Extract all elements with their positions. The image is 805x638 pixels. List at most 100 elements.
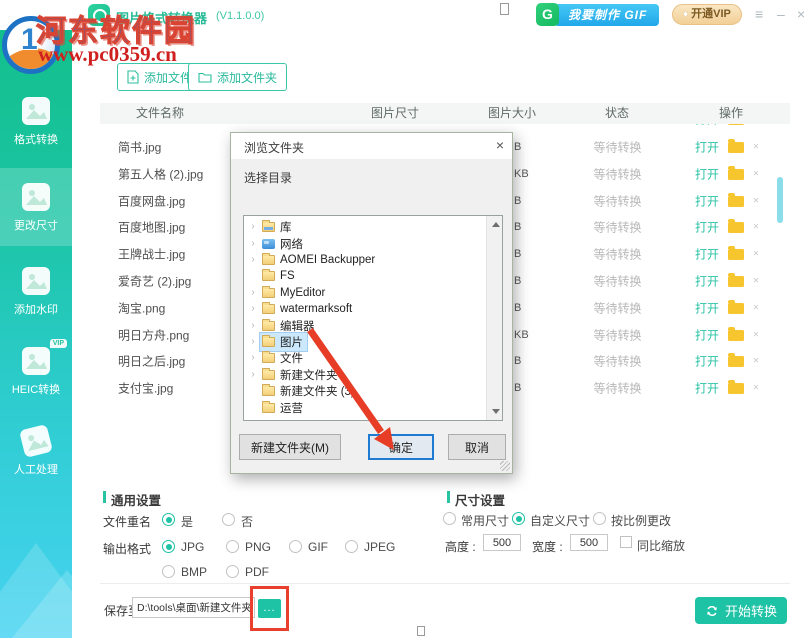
folder-icon[interactable] xyxy=(728,196,744,207)
format-png-label[interactable]: PNG xyxy=(245,540,271,554)
make-gif-button[interactable]: G 我要制作 GIF xyxy=(536,3,659,26)
tree-item[interactable]: › MyEditor xyxy=(246,285,484,301)
open-link[interactable]: 打开 xyxy=(695,165,719,182)
open-link[interactable]: 打开 xyxy=(695,218,719,235)
chevron-right-icon[interactable]: › xyxy=(246,239,260,249)
start-convert-button[interactable]: 开始转换 xyxy=(695,597,787,624)
format-png-radio[interactable] xyxy=(226,540,239,553)
folder-icon[interactable] xyxy=(728,303,744,314)
folder-icon[interactable] xyxy=(728,356,744,367)
chevron-right-icon[interactable]: › xyxy=(246,370,260,380)
add-folder-button[interactable]: 添加文件夹 xyxy=(188,63,287,91)
tree-item[interactable]: › 新建文件夹 (3) xyxy=(246,383,484,399)
format-jpg-radio[interactable] xyxy=(162,540,175,553)
rename-yes-radio[interactable] xyxy=(162,513,175,526)
rename-no-label[interactable]: 否 xyxy=(241,513,253,530)
rename-no-radio[interactable] xyxy=(222,513,235,526)
menu-icon[interactable]: ≡ xyxy=(755,6,763,22)
remove-icon[interactable]: × xyxy=(753,221,759,232)
remove-icon[interactable]: × xyxy=(753,355,759,366)
lock-ratio-checkbox[interactable] xyxy=(620,536,632,548)
folder-icon[interactable] xyxy=(728,124,744,125)
chevron-right-icon[interactable]: › xyxy=(246,304,260,314)
open-link[interactable]: 打开 xyxy=(695,272,719,289)
tree-item[interactable]: › 网络 xyxy=(246,235,484,251)
remove-icon[interactable]: × xyxy=(753,329,759,340)
chevron-right-icon[interactable]: › xyxy=(246,337,260,347)
lock-ratio-label[interactable]: 同比缩放 xyxy=(637,537,685,554)
format-gif-radio[interactable] xyxy=(289,540,302,553)
chevron-right-icon[interactable]: › xyxy=(246,222,260,232)
format-pdf-label[interactable]: PDF xyxy=(245,565,269,579)
open-link[interactable]: 打开 xyxy=(695,124,719,127)
format-jpg-label[interactable]: JPG xyxy=(181,540,204,554)
width-input[interactable] xyxy=(570,534,608,551)
sidebar-item-watermark[interactable]: 添加水印 xyxy=(0,252,72,330)
common-size-label[interactable]: 常用尺寸 xyxy=(461,512,509,529)
open-link[interactable]: 打开 xyxy=(695,326,719,343)
open-vip-button[interactable]: ♦开通VIP xyxy=(672,4,742,25)
proportional-label[interactable]: 按比例更改 xyxy=(611,512,671,529)
tree-item[interactable]: › watermarksoft xyxy=(246,301,484,317)
tree-item-selected[interactable]: › 图片 xyxy=(246,334,484,350)
sidebar-item-heic[interactable]: VIP HEIC转换 xyxy=(0,332,72,410)
remove-icon[interactable]: × xyxy=(753,302,759,313)
open-link[interactable]: 打开 xyxy=(695,138,719,155)
sidebar-item-resize[interactable]: 更改尺寸 xyxy=(0,168,72,246)
scroll-down-icon[interactable] xyxy=(492,409,500,414)
folder-icon[interactable] xyxy=(728,383,744,394)
resize-grip[interactable] xyxy=(500,461,510,471)
format-gif-label[interactable]: GIF xyxy=(308,540,328,554)
sidebar-item-manual[interactable]: 人工处理 xyxy=(0,412,72,490)
rename-yes-label[interactable]: 是 xyxy=(181,513,193,530)
close-icon[interactable]: × xyxy=(797,6,805,22)
open-link[interactable]: 打开 xyxy=(695,352,719,369)
remove-icon[interactable]: × xyxy=(753,141,759,152)
remove-icon[interactable]: × xyxy=(753,168,759,179)
custom-size-label[interactable]: 自定义尺寸 xyxy=(530,512,590,529)
chevron-right-icon[interactable]: › xyxy=(246,321,260,331)
cancel-button[interactable]: 取消 xyxy=(448,434,506,460)
folder-icon[interactable] xyxy=(728,222,744,233)
open-link[interactable]: 打开 xyxy=(695,245,719,262)
remove-icon[interactable]: × xyxy=(753,382,759,393)
minimize-icon[interactable]: – xyxy=(777,6,785,22)
save-path-input[interactable] xyxy=(132,597,255,618)
common-size-radio[interactable] xyxy=(443,512,456,525)
tree-scrollbar[interactable] xyxy=(486,216,502,420)
custom-size-radio[interactable] xyxy=(512,512,525,525)
format-bmp-radio[interactable] xyxy=(162,565,175,578)
tree-item[interactable]: › 编辑器 xyxy=(246,317,484,333)
format-jpeg-radio[interactable] xyxy=(345,540,358,553)
dialog-close-icon[interactable]: × xyxy=(496,137,504,153)
remove-icon[interactable]: × xyxy=(753,275,759,286)
tree-item[interactable]: › AOMEI Backupper xyxy=(246,252,484,268)
tree-item[interactable]: › 库 xyxy=(246,219,484,235)
scroll-up-icon[interactable] xyxy=(492,222,500,227)
open-link[interactable]: 打开 xyxy=(695,379,719,396)
format-pdf-radio[interactable] xyxy=(226,565,239,578)
tree-item[interactable]: › 运营 xyxy=(246,399,484,415)
tree-item[interactable]: › 文件 xyxy=(246,350,484,366)
remove-icon[interactable]: × xyxy=(753,195,759,206)
format-bmp-label[interactable]: BMP xyxy=(181,565,207,579)
format-jpeg-label[interactable]: JPEG xyxy=(364,540,395,554)
open-link[interactable]: 打开 xyxy=(695,299,719,316)
folder-icon[interactable] xyxy=(728,169,744,180)
tree-item[interactable]: › FS xyxy=(246,268,484,284)
height-input[interactable] xyxy=(483,534,521,551)
sidebar-item-format-convert[interactable]: 格式转换 xyxy=(0,82,72,160)
folder-icon[interactable] xyxy=(728,249,744,260)
proportional-radio[interactable] xyxy=(593,512,606,525)
folder-icon[interactable] xyxy=(728,276,744,287)
new-folder-button[interactable]: 新建文件夹(M) xyxy=(239,434,341,460)
ok-button[interactable]: 确定 xyxy=(368,434,434,460)
chevron-right-icon[interactable]: › xyxy=(246,353,260,363)
chevron-right-icon[interactable]: › xyxy=(246,288,260,298)
open-link[interactable]: 打开 xyxy=(695,192,719,209)
table-scrollbar[interactable] xyxy=(777,177,783,223)
chevron-right-icon[interactable]: › xyxy=(246,255,260,265)
tree-item[interactable]: › 新建文件夹 xyxy=(246,367,484,383)
folder-icon[interactable] xyxy=(728,330,744,341)
folder-icon[interactable] xyxy=(728,142,744,153)
